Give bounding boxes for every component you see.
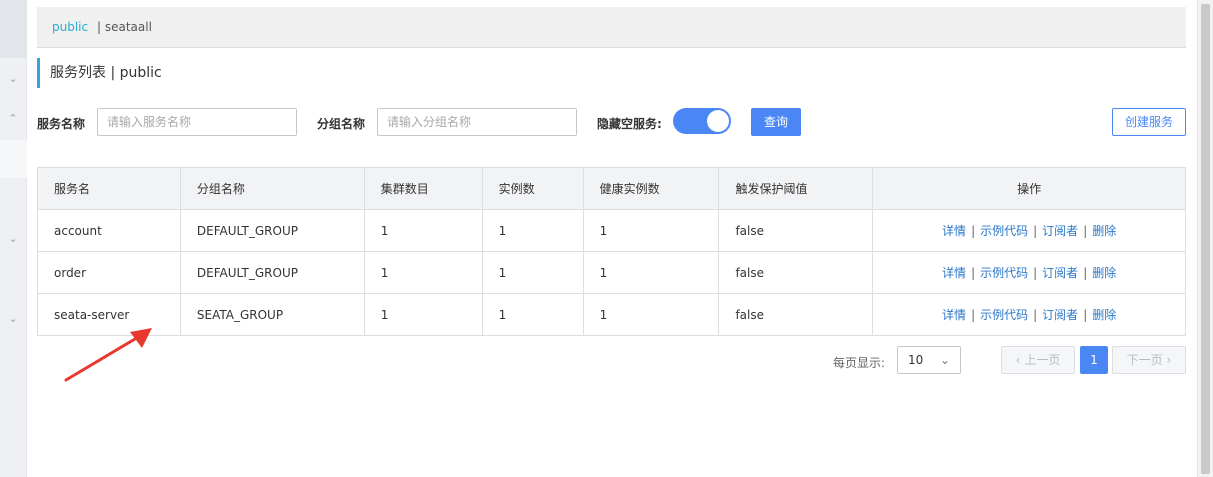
- query-button[interactable]: 查询: [751, 108, 801, 136]
- header-protect-threshold: 触发保护阈值: [718, 167, 874, 210]
- action-separator: |: [1033, 308, 1038, 322]
- rail-selected-item[interactable]: [0, 140, 27, 178]
- namespace-bar: public | seataall: [37, 7, 1186, 48]
- prev-page-label: 上一页: [1024, 353, 1061, 367]
- detail-link[interactable]: 详情: [942, 308, 966, 322]
- cell-service-name: order: [37, 251, 181, 294]
- detail-link[interactable]: 详情: [942, 224, 966, 238]
- group-name-input[interactable]: [377, 108, 577, 136]
- table-row: order DEFAULT_GROUP 1 1 1 false 详情 | 示例代码 |…: [37, 251, 1186, 294]
- table-row: account DEFAULT_GROUP 1 1 1 false 详情 | 示例代…: [37, 209, 1186, 252]
- header-healthy-count: 健康实例数: [582, 167, 720, 210]
- page-size-select[interactable]: 10 ⌄: [897, 346, 961, 374]
- next-page-button[interactable]: 下一页 ›: [1112, 346, 1186, 374]
- cell-protect-threshold: false: [718, 251, 874, 294]
- cell-healthy-count: 1: [582, 209, 720, 252]
- chevron-down-icon: ⌄: [939, 353, 950, 367]
- chevron-down-icon[interactable]: ⌄: [8, 313, 18, 324]
- subscribers-link[interactable]: 订阅者: [1042, 266, 1078, 280]
- toggle-knob: [707, 110, 729, 132]
- header-service-name: 服务名: [37, 167, 181, 210]
- action-separator: |: [971, 224, 976, 238]
- cell-instance-count: 1: [481, 209, 584, 252]
- hide-empty-label: 隐藏空服务:: [597, 117, 662, 131]
- cell-actions: 详情 | 示例代码 | 订阅者 | 删除: [872, 293, 1186, 336]
- rail-block: [0, 0, 27, 58]
- cell-group-name: DEFAULT_GROUP: [179, 251, 365, 294]
- service-table: 服务名 分组名称 集群数目 实例数 健康实例数 触发保护阈值 操作 accoun…: [37, 167, 1186, 336]
- cell-actions: 详情 | 示例代码 | 订阅者 | 删除: [872, 251, 1186, 294]
- scrollbar-thumb[interactable]: [1201, 4, 1210, 474]
- service-name-label: 服务名称: [37, 117, 86, 131]
- current-page-button[interactable]: 1: [1080, 346, 1108, 374]
- table-row: seata-server SEATA_GROUP 1 1 1 false 详情 |…: [37, 293, 1186, 336]
- cell-protect-threshold: false: [718, 293, 874, 336]
- subscribers-link[interactable]: 订阅者: [1042, 224, 1078, 238]
- table-header-row: 服务名 分组名称 集群数目 实例数 健康实例数 触发保护阈值 操作: [37, 167, 1186, 210]
- header-instance-count: 实例数: [481, 167, 584, 210]
- sample-code-link[interactable]: 示例代码: [980, 266, 1028, 280]
- side-rail: ⌄ ⌃ ⌄ ⌄: [0, 0, 27, 477]
- chevron-right-icon: ›: [1166, 353, 1172, 367]
- page-size-label: 每页显示:: [833, 356, 886, 370]
- chevron-up-icon[interactable]: ⌃: [8, 113, 18, 124]
- create-service-button[interactable]: 创建服务: [1112, 108, 1186, 136]
- header-group-name: 分组名称: [179, 167, 365, 210]
- prev-page-button[interactable]: ‹ 上一页: [1001, 346, 1075, 374]
- cell-cluster-count: 1: [363, 293, 483, 336]
- cell-instance-count: 1: [481, 251, 584, 294]
- next-page-label: 下一页: [1126, 353, 1163, 367]
- chevron-down-icon[interactable]: ⌄: [8, 233, 18, 244]
- group-name-label: 分组名称: [317, 117, 366, 131]
- action-separator: |: [1083, 224, 1088, 238]
- header-actions: 操作: [872, 167, 1186, 210]
- header-cluster-count: 集群数目: [363, 167, 483, 210]
- action-separator: |: [1033, 224, 1038, 238]
- subscribers-link[interactable]: 订阅者: [1042, 308, 1078, 322]
- sample-code-link[interactable]: 示例代码: [980, 224, 1028, 238]
- cell-cluster-count: 1: [363, 251, 483, 294]
- cell-actions: 详情 | 示例代码 | 订阅者 | 删除: [872, 209, 1186, 252]
- sample-code-link[interactable]: 示例代码: [980, 308, 1028, 322]
- detail-link[interactable]: 详情: [942, 266, 966, 280]
- cell-cluster-count: 1: [363, 209, 483, 252]
- cell-healthy-count: 1: [582, 251, 720, 294]
- cell-group-name: SEATA_GROUP: [179, 293, 365, 336]
- namespace-seataall[interactable]: | seataall: [97, 20, 152, 34]
- page-title: 服务列表 | public: [37, 58, 162, 88]
- page-size-value: 10: [908, 353, 924, 367]
- cell-instance-count: 1: [481, 293, 584, 336]
- service-name-input[interactable]: [97, 108, 297, 136]
- delete-link[interactable]: 删除: [1092, 224, 1116, 238]
- action-separator: |: [971, 266, 976, 280]
- action-separator: |: [1033, 266, 1038, 280]
- delete-link[interactable]: 删除: [1092, 308, 1116, 322]
- annotation-arrow-icon: [64, 328, 152, 382]
- delete-link[interactable]: 删除: [1092, 266, 1116, 280]
- cell-protect-threshold: false: [718, 209, 874, 252]
- cell-healthy-count: 1: [582, 293, 720, 336]
- chevron-left-icon: ‹: [1015, 353, 1021, 367]
- action-separator: |: [1083, 266, 1088, 280]
- vertical-scrollbar[interactable]: [1197, 0, 1213, 477]
- hide-empty-toggle[interactable]: [673, 108, 731, 134]
- action-separator: |: [1083, 308, 1088, 322]
- action-separator: |: [971, 308, 976, 322]
- chevron-down-icon[interactable]: ⌄: [8, 73, 18, 84]
- cell-service-name: account: [37, 209, 181, 252]
- namespace-public[interactable]: public: [52, 20, 88, 34]
- cell-group-name: DEFAULT_GROUP: [179, 209, 365, 252]
